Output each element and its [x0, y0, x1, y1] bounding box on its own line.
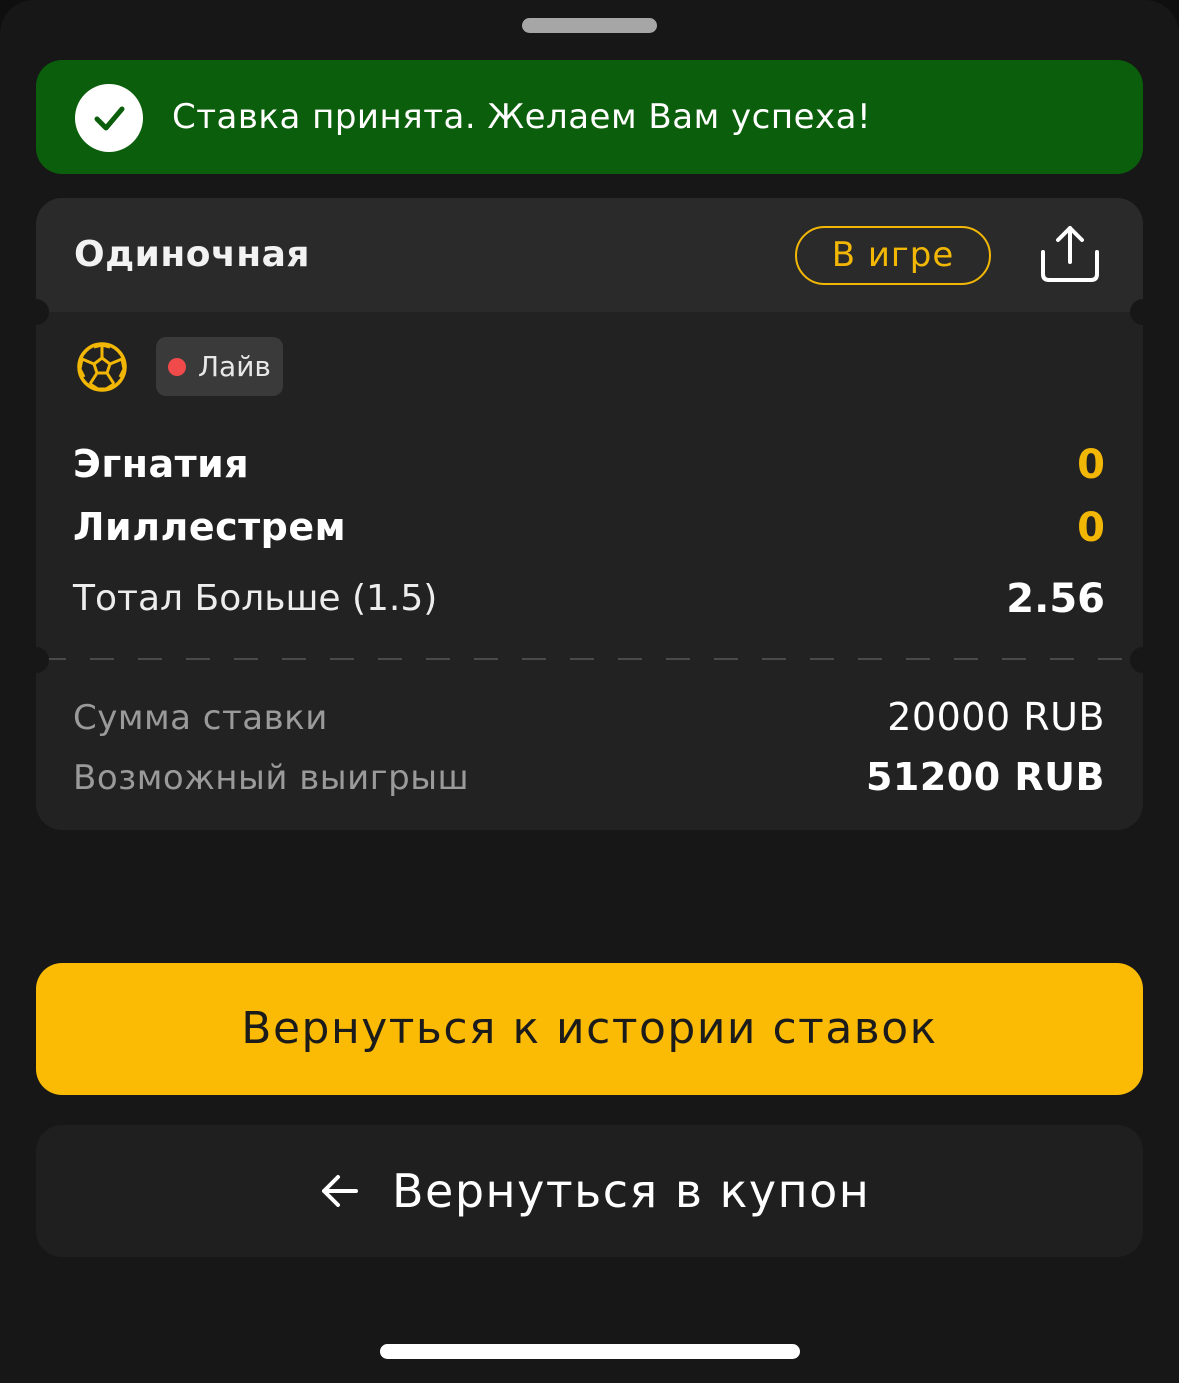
ticket-notch [23, 647, 49, 673]
live-label: Лайв [198, 350, 271, 383]
team-away-name: Лиллестрем [73, 505, 347, 549]
stake-value: 20000 RUB [887, 695, 1105, 739]
odds-value: 2.56 [1006, 576, 1105, 622]
home-indicator[interactable] [380, 1344, 800, 1359]
team-away-score: 0 [1077, 505, 1105, 551]
market-label: Тотал Больше (1.5) [73, 578, 438, 619]
team-home-name: Эгнатия [73, 442, 250, 486]
ticket-notch [23, 299, 49, 325]
success-toast: Ставка принята. Желаем Вам успеха! [36, 60, 1143, 174]
ticket-summary: Сумма ставки 20000 RUB Возможный выигрыш… [36, 660, 1143, 830]
check-icon [75, 84, 143, 152]
back-to-coupon-label: Вернуться в купон [392, 1164, 871, 1218]
team-home-score: 0 [1077, 442, 1105, 488]
ticket-event: Лайв Эгнатия 0 Лиллестрем 0 Тотал Больше… [36, 312, 1143, 660]
status-badge: В игре [795, 226, 991, 285]
sheet-grabber[interactable] [522, 18, 657, 33]
live-dot-icon [168, 358, 186, 376]
ticket-header: Одиночная В игре [36, 198, 1143, 312]
share-icon[interactable] [1039, 222, 1101, 286]
soccer-ball-icon [76, 341, 128, 393]
ticket-notch [1130, 299, 1156, 325]
arrow-left-icon [322, 1175, 358, 1207]
bet-history-button[interactable]: Вернуться к истории ставок [36, 963, 1143, 1095]
payout-label: Возможный выигрыш [73, 758, 470, 798]
live-badge: Лайв [156, 337, 283, 396]
toast-message: Ставка принята. Желаем Вам успеха! [172, 97, 872, 137]
stake-label: Сумма ставки [73, 698, 328, 738]
back-to-coupon-button[interactable]: Вернуться в купон [36, 1125, 1143, 1257]
payout-value: 51200 RUB [865, 755, 1105, 799]
bet-confirmation-sheet: Ставка принята. Желаем Вам успеха! Одино… [0, 0, 1179, 1383]
ticket-notch [1130, 647, 1156, 673]
bet-type-label: Одиночная [74, 234, 311, 275]
